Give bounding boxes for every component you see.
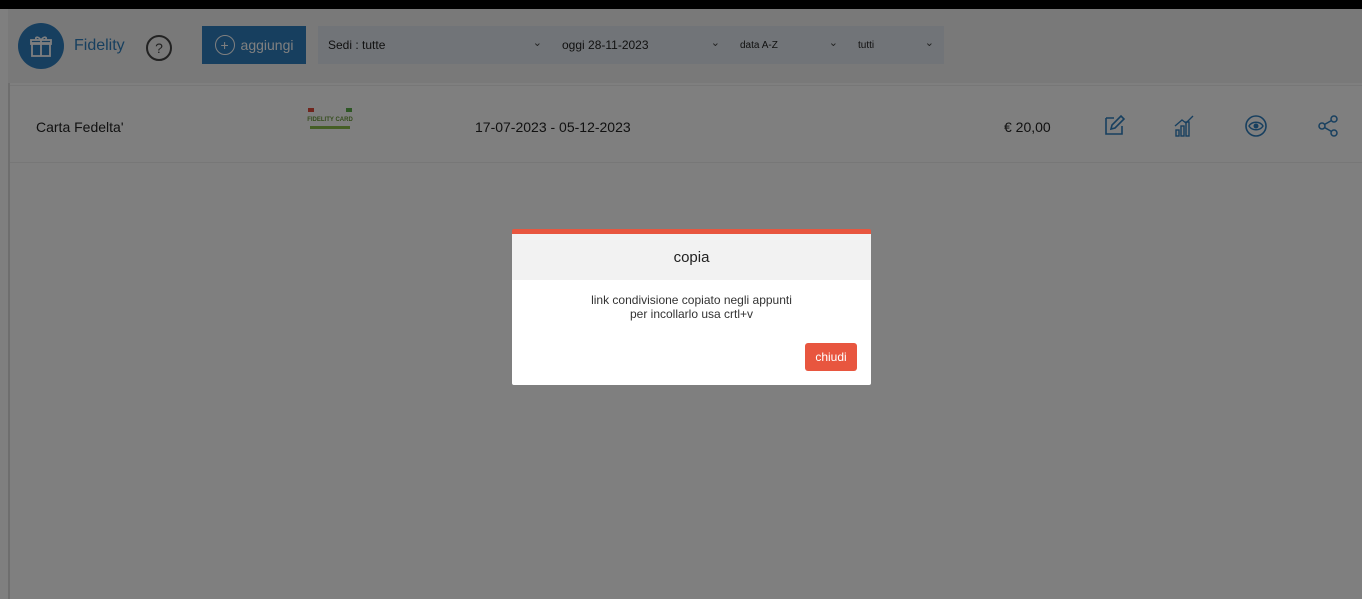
dialog-message: link condivisione copiato negli appunti … <box>512 280 871 321</box>
dialog-message-line2: per incollarlo usa crtl+v <box>629 307 754 321</box>
dialog-message-line1: link condivisione copiato negli appunti <box>591 293 792 307</box>
close-button[interactable]: chiudi <box>805 343 857 371</box>
copy-dialog: copia link condivisione copiato negli ap… <box>512 229 871 385</box>
dialog-title: copia <box>512 234 871 280</box>
